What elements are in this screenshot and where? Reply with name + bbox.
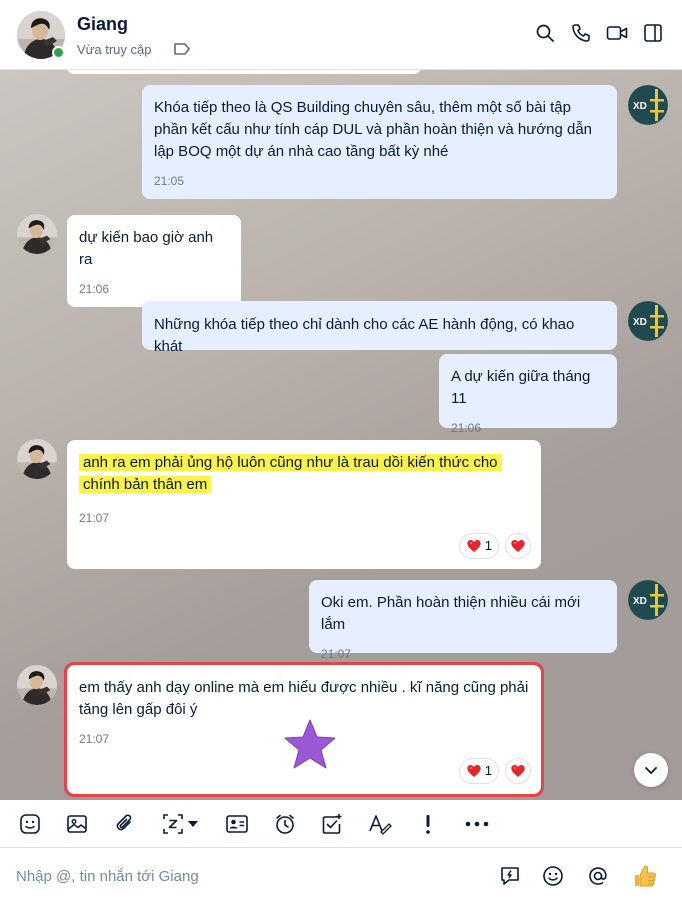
task-icon[interactable] bbox=[320, 812, 344, 836]
contact-card-icon[interactable] bbox=[225, 812, 249, 836]
message-text: A dự kiến giữa tháng 11 bbox=[451, 368, 591, 407]
online-status-dot bbox=[52, 46, 65, 59]
message-text: anh ra em phải ủng hộ luôn cũng như là t… bbox=[79, 454, 502, 493]
composer-toolbar bbox=[0, 800, 682, 848]
quick-message-icon[interactable] bbox=[498, 864, 522, 888]
header-actions bbox=[534, 22, 664, 44]
message-time: 21:05 bbox=[154, 174, 185, 188]
composer bbox=[0, 848, 682, 903]
heart-icon bbox=[466, 538, 482, 554]
screenshot-icon[interactable] bbox=[161, 812, 185, 836]
reminder-icon[interactable] bbox=[273, 812, 297, 836]
message-time: 21:06 bbox=[451, 421, 482, 435]
dropdown-icon[interactable] bbox=[186, 812, 200, 836]
star-icon bbox=[282, 718, 338, 772]
previous-message-bubble bbox=[67, 70, 421, 74]
video-icon[interactable] bbox=[606, 22, 628, 44]
search-icon[interactable] bbox=[534, 22, 556, 44]
message-input[interactable] bbox=[16, 864, 476, 888]
reaction-count: 1 bbox=[484, 538, 492, 553]
contact-status: Vừa truy cập bbox=[77, 42, 152, 57]
message-text: Khóa tiếp theo là QS Building chuyên sâu… bbox=[154, 99, 593, 160]
thumbs-up-icon[interactable] bbox=[632, 863, 658, 889]
message-text: dự kiến bao giờ anh ra bbox=[79, 229, 214, 268]
chat-header: Giang Vừa truy cập bbox=[0, 0, 682, 70]
phone-icon[interactable] bbox=[570, 22, 592, 44]
message-bubble-outgoing[interactable]: Khóa tiếp theo là QS Building chuyên sâu… bbox=[142, 85, 617, 199]
sidebar-icon[interactable] bbox=[642, 22, 664, 44]
text-format-icon[interactable] bbox=[368, 812, 392, 836]
heart-icon bbox=[510, 538, 526, 554]
message-bubble-incoming[interactable]: anh ra em phải ủng hộ luôn cũng như là t… bbox=[67, 440, 541, 569]
message-list[interactable]: Khóa tiếp theo là QS Building chuyên sâu… bbox=[0, 70, 682, 800]
message-time: 21:06 bbox=[79, 282, 110, 296]
react-button[interactable] bbox=[505, 533, 531, 559]
message-text: Những khóa tiếp theo chỉ dành cho các AE… bbox=[154, 316, 575, 355]
urgent-icon[interactable] bbox=[416, 812, 440, 836]
contact-message-avatar[interactable] bbox=[17, 214, 57, 254]
sticker-icon[interactable] bbox=[18, 812, 42, 836]
attachment-icon[interactable] bbox=[113, 812, 137, 836]
sender-avatar[interactable] bbox=[628, 85, 668, 125]
message-time: 21:07 bbox=[321, 647, 352, 661]
label-tag-icon[interactable] bbox=[172, 41, 192, 57]
message-bubble-outgoing[interactable]: A dự kiến giữa tháng 11 21:06 bbox=[439, 354, 617, 435]
emoji-icon[interactable] bbox=[541, 864, 565, 888]
sender-avatar[interactable] bbox=[628, 301, 668, 341]
message-text-highlighted: anh ra em phải ủng hộ luôn cũng như là t… bbox=[79, 452, 509, 496]
message-bubble-incoming[interactable]: dự kiến bao giờ anh ra 21:06 bbox=[67, 215, 241, 307]
message-time: 21:07 bbox=[79, 511, 110, 525]
more-icon[interactable] bbox=[464, 812, 490, 836]
message-bubble-outgoing[interactable]: Những khóa tiếp theo chỉ dành cho các AE… bbox=[142, 301, 617, 355]
contact-message-avatar[interactable] bbox=[17, 665, 57, 705]
chevron-down-icon bbox=[645, 767, 657, 774]
contact-message-avatar[interactable] bbox=[17, 439, 57, 479]
message-bubble-outgoing[interactable]: Oki em. Phần hoàn thiện nhiều cái mới lắ… bbox=[309, 580, 617, 661]
sender-avatar[interactable] bbox=[628, 580, 668, 620]
reaction-summary[interactable]: 1 bbox=[458, 533, 499, 559]
contact-name[interactable]: Giang bbox=[77, 14, 128, 35]
scroll-to-bottom-button[interactable] bbox=[634, 753, 668, 787]
image-icon[interactable] bbox=[65, 812, 89, 836]
mention-icon[interactable] bbox=[586, 864, 610, 888]
message-reactions: 1 bbox=[458, 533, 531, 559]
message-text: Oki em. Phần hoàn thiện nhiều cái mới lắ… bbox=[321, 594, 581, 633]
